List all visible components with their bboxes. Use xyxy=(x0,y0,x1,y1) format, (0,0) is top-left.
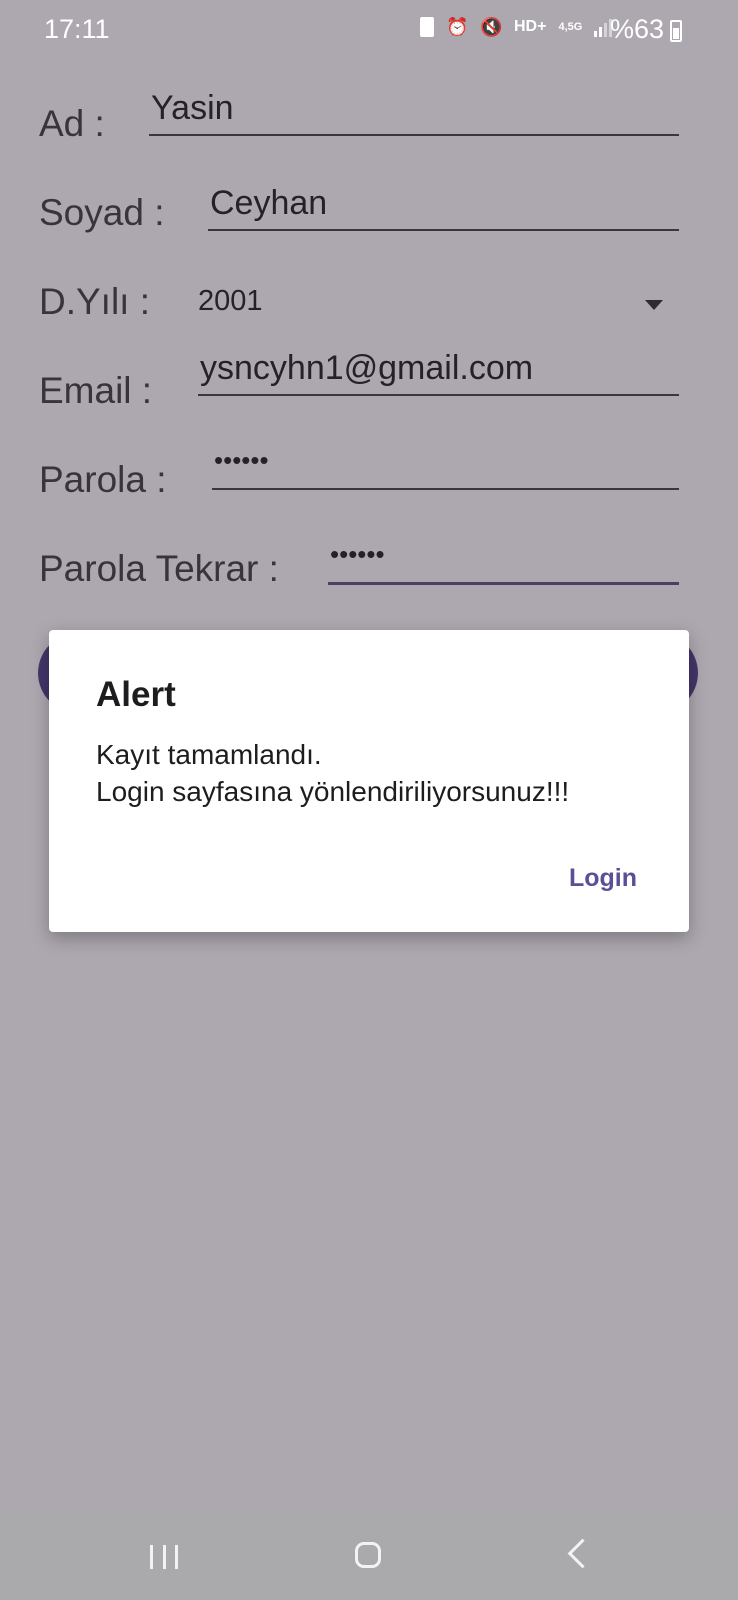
mute-icon: 🔇 xyxy=(480,17,503,37)
network-icon: 4,5G xyxy=(558,21,583,33)
login-button[interactable]: Login xyxy=(569,864,637,893)
status-icons: ⏰ 🔇 HD+ 4,5G xyxy=(420,16,613,38)
back-icon[interactable] xyxy=(567,1538,598,1569)
dialog-message-line-1: Kayıt tamamlandı. xyxy=(96,739,322,770)
status-bar: 17:11 ⏰ 🔇 HD+ 4,5G %63 xyxy=(0,0,738,60)
battery-icon xyxy=(670,20,682,42)
home-icon[interactable] xyxy=(355,1542,381,1568)
status-time: 17:11 xyxy=(44,14,110,44)
dialog-title: Alert xyxy=(96,675,176,714)
alarm-icon: ⏰ xyxy=(446,17,469,37)
sim-card-icon xyxy=(420,17,434,37)
dialog-message: Kayıt tamamlandı. Login sayfasına yönlen… xyxy=(96,736,569,810)
battery-percentage: %63 xyxy=(609,14,664,44)
dialog-message-line-2: Login sayfasına yönlendiriliyorsunuz!!! xyxy=(96,776,570,807)
hd-voice-icon: HD+ xyxy=(514,18,547,35)
navigation-bar xyxy=(0,1510,738,1600)
recents-icon[interactable] xyxy=(150,1545,178,1569)
alert-dialog: Alert Kayıt tamamlandı. Login sayfasına … xyxy=(49,630,689,932)
